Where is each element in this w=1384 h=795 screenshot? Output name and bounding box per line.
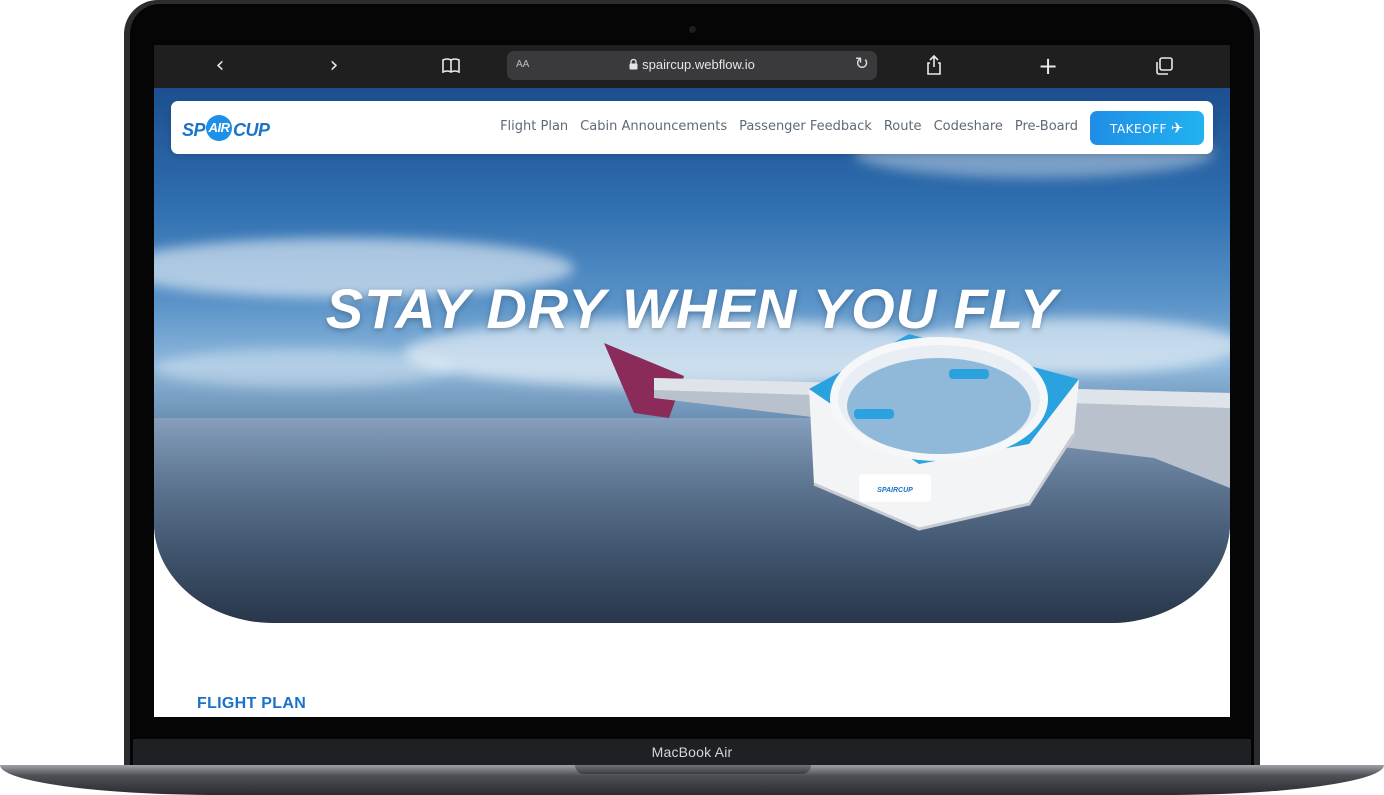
bookmarks-icon[interactable] bbox=[439, 52, 463, 80]
url-label: spaircup.webflow.io bbox=[642, 57, 755, 72]
lock-icon bbox=[629, 58, 638, 70]
cloud-shape bbox=[154, 348, 454, 388]
nav-links: Flight Plan Cabin Announcements Passenge… bbox=[500, 119, 1078, 134]
takeoff-button[interactable]: TAKEOFF ✈ bbox=[1090, 111, 1204, 145]
address-bar[interactable]: AA spaircup.webflow.io ↻ bbox=[507, 51, 877, 80]
nav-link-passenger-feedback[interactable]: Passenger Feedback bbox=[739, 119, 872, 134]
plane-icon: ✈ bbox=[1170, 119, 1184, 137]
camera-icon bbox=[689, 26, 696, 33]
nav-link-codeshare[interactable]: Codeshare bbox=[934, 119, 1003, 134]
cup-holder-product-image: SPAIRCUP bbox=[809, 334, 1079, 531]
nav-link-flight-plan[interactable]: Flight Plan bbox=[500, 119, 568, 134]
laptop-chin: MacBook Air bbox=[133, 739, 1251, 766]
product-badge: SPAIRCUP bbox=[877, 487, 913, 494]
logo-part: SP bbox=[182, 119, 206, 140]
site-navbar: SP AIR CUP Flight Plan Cabin Announcements… bbox=[171, 101, 1213, 154]
site-logo[interactable]: SP AIR CUP bbox=[182, 115, 270, 144]
logo-part: CUP bbox=[233, 119, 270, 140]
tabs-icon[interactable] bbox=[1152, 52, 1176, 80]
device-label: MacBook Air bbox=[651, 744, 733, 760]
laptop-notch bbox=[575, 765, 811, 774]
nav-link-cabin-announcements[interactable]: Cabin Announcements bbox=[580, 119, 727, 134]
nav-link-pre-board[interactable]: Pre-Board bbox=[1015, 119, 1078, 134]
back-icon[interactable]: ‹ bbox=[208, 52, 232, 80]
screen: ‹ › AA spaircup.webflow.io ↻ + STAY DRY … bbox=[154, 45, 1230, 717]
forward-icon[interactable]: › bbox=[322, 52, 346, 80]
reload-icon[interactable]: ↻ bbox=[855, 54, 869, 74]
browser-toolbar: ‹ › AA spaircup.webflow.io ↻ + bbox=[154, 45, 1230, 88]
share-icon[interactable] bbox=[922, 52, 946, 80]
logo-part: AIR bbox=[206, 115, 233, 141]
nav-link-route[interactable]: Route bbox=[884, 119, 922, 134]
new-tab-icon[interactable]: + bbox=[1036, 52, 1060, 80]
url-text: spaircup.webflow.io bbox=[507, 57, 877, 72]
takeoff-label: TAKEOFF bbox=[1110, 122, 1167, 136]
section-label-flight-plan: FLIGHT PLAN bbox=[197, 695, 307, 712]
hero-banner: STAY DRY WHEN YOU FLY SPAIRCUP bbox=[154, 88, 1230, 623]
